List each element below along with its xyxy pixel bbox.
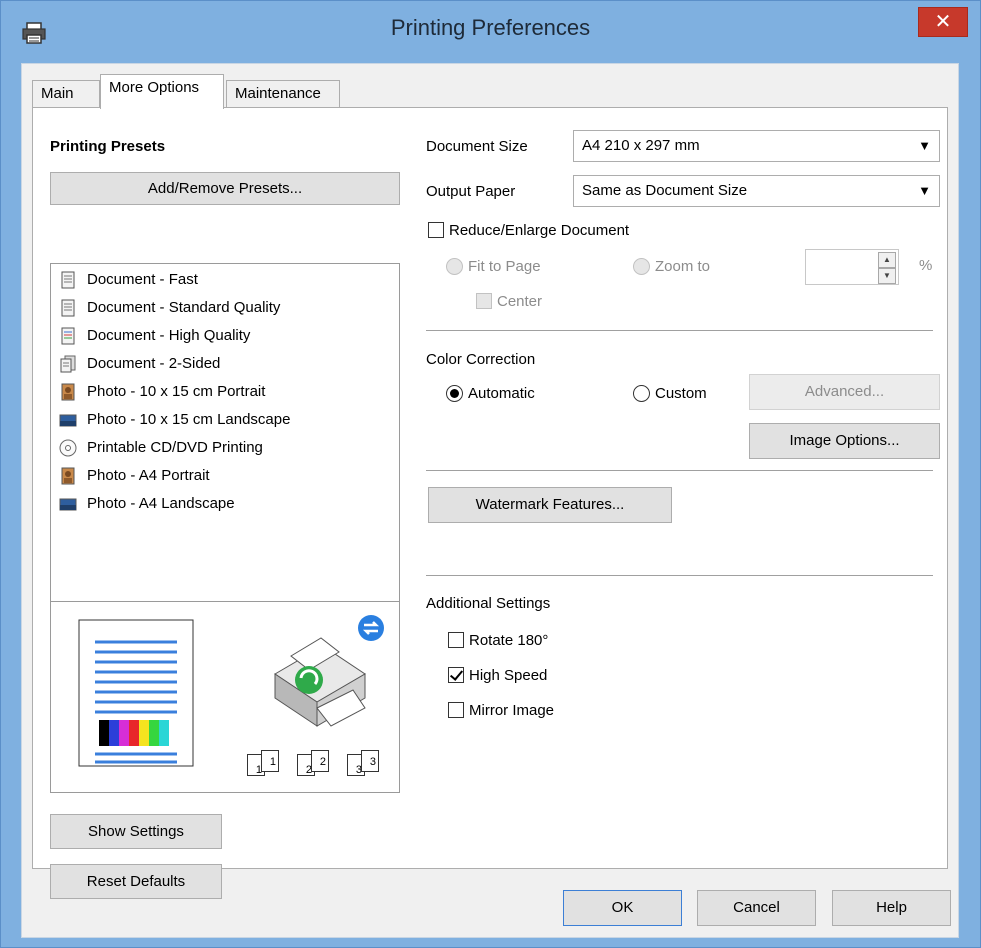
output-paper-label: Output Paper	[426, 183, 516, 200]
divider	[426, 330, 933, 331]
list-item[interactable]: Document - 2-Sided	[59, 350, 220, 378]
help-button[interactable]: Help	[832, 890, 951, 926]
document-size-value: A4 210 x 297 mm	[582, 137, 700, 154]
output-paper-select[interactable]: Same as Document Size ▼	[573, 175, 940, 207]
radio-circle	[446, 384, 463, 402]
chevron-down-icon: ▼	[918, 183, 931, 198]
photo-portrait-icon	[61, 467, 75, 485]
center-label: Center	[497, 292, 543, 310]
rotate-180-label: Rotate 180°	[469, 631, 549, 649]
rotate-180-checkbox[interactable]: Rotate 180°	[448, 631, 548, 649]
document-size-label: Document Size	[426, 138, 528, 155]
print-preview: 1 1 2 2 3 3	[51, 601, 399, 792]
zoom-to-radio[interactable]: Zoom to	[633, 257, 710, 275]
more-options-panel: Printing Presets Add/Remove Presets... D…	[32, 107, 948, 899]
list-item[interactable]: Document - Standard Quality	[59, 294, 280, 322]
document-2sided-icon	[60, 355, 76, 373]
divider	[426, 575, 933, 576]
printing-presets-heading: Printing Presets	[50, 138, 166, 155]
cancel-button[interactable]: Cancel	[697, 890, 816, 926]
preset-label: Photo - A4 Landscape	[87, 495, 235, 512]
chevron-down-icon: ▼	[918, 138, 931, 153]
image-options-button[interactable]: Image Options...	[749, 423, 940, 459]
checkbox-box	[448, 702, 464, 719]
tab-main[interactable]: Main	[32, 80, 100, 108]
switch-orientation-icon[interactable]	[357, 614, 385, 642]
document-icon	[61, 271, 75, 289]
spin-down-icon[interactable]: ▼	[878, 268, 896, 284]
checkbox-box	[448, 632, 464, 649]
custom-radio[interactable]: Custom	[633, 384, 707, 402]
close-icon: ✕	[934, 11, 952, 33]
center-checkbox[interactable]: Center	[476, 292, 542, 310]
custom-label: Custom	[655, 384, 707, 402]
preset-label: Document - 2-Sided	[87, 355, 221, 372]
radio-circle	[633, 257, 650, 275]
add-remove-presets-button[interactable]: Add/Remove Presets...	[50, 172, 400, 205]
preset-label: Photo - 10 x 15 cm Portrait	[87, 383, 266, 400]
document-color-icon	[61, 327, 75, 345]
dialog-button-bar: OK Cancel Help	[22, 876, 958, 938]
document-size-select[interactable]: A4 210 x 297 mm ▼	[573, 130, 940, 162]
list-item[interactable]: Photo - 10 x 15 cm Landscape	[59, 406, 290, 434]
printing-preferences-window: Printing Preferences ✕ Main More Options…	[0, 0, 981, 948]
fit-to-page-label: Fit to Page	[468, 257, 541, 275]
advanced-button[interactable]: Advanced...	[749, 374, 940, 410]
additional-settings-heading: Additional Settings	[426, 595, 551, 612]
preset-label: Photo - A4 Portrait	[87, 467, 210, 484]
photo-landscape-icon	[59, 498, 77, 511]
zoom-to-label: Zoom to	[655, 257, 711, 275]
title-bar[interactable]: Printing Preferences ✕	[1, 1, 980, 63]
checkbox-box	[448, 667, 464, 684]
list-item[interactable]: Photo - 10 x 15 cm Portrait	[59, 378, 265, 406]
preset-label: Printable CD/DVD Printing	[87, 439, 263, 456]
photo-portrait-icon	[61, 383, 75, 401]
reduce-enlarge-label: Reduce/Enlarge Document	[449, 221, 630, 239]
tab-maintenance[interactable]: Maintenance	[226, 80, 340, 108]
show-settings-button[interactable]: Show Settings	[50, 814, 222, 849]
document-icon	[61, 299, 75, 317]
output-paper-value: Same as Document Size	[582, 182, 748, 199]
copies-collate-icons: 1 1 2 2 3 3	[247, 750, 397, 780]
radio-circle	[633, 384, 650, 402]
ok-button[interactable]: OK	[563, 890, 682, 926]
list-item[interactable]: Document - Fast	[59, 266, 198, 294]
cd-icon	[59, 439, 77, 457]
window-title: Printing Preferences	[390, 15, 591, 40]
copy-page-icon: 1	[261, 750, 279, 772]
presets-list[interactable]: Document - Fast Document - Standard Qual…	[50, 263, 400, 793]
preset-label: Photo - 10 x 15 cm Landscape	[87, 411, 291, 428]
photo-landscape-icon	[59, 414, 77, 427]
checkbox-box	[476, 293, 492, 310]
automatic-label: Automatic	[468, 384, 535, 402]
list-item[interactable]: Photo - A4 Portrait	[59, 462, 210, 490]
close-button[interactable]: ✕	[918, 7, 968, 37]
preset-label: Document - Fast	[87, 271, 198, 288]
high-speed-label: High Speed	[469, 666, 548, 684]
percent-label: %	[919, 257, 933, 274]
preset-label: Document - Standard Quality	[87, 299, 281, 316]
radio-circle	[446, 257, 463, 275]
color-correction-heading: Color Correction	[426, 351, 536, 368]
list-item[interactable]: Photo - A4 Landscape	[59, 490, 235, 518]
divider	[426, 470, 933, 471]
tab-more-options[interactable]: More Options	[100, 74, 224, 109]
high-speed-checkbox[interactable]: High Speed	[448, 666, 547, 684]
copy-page-icon: 2	[311, 750, 329, 772]
automatic-radio[interactable]: Automatic	[446, 384, 535, 402]
copy-page-icon: 3	[361, 750, 379, 772]
mirror-image-label: Mirror Image	[469, 701, 555, 719]
list-item[interactable]: Printable CD/DVD Printing	[59, 434, 263, 462]
list-item[interactable]: Document - High Quality	[59, 322, 250, 350]
checkbox-box	[428, 222, 444, 239]
spin-up-icon[interactable]: ▲	[878, 252, 896, 268]
preset-label: Document - High Quality	[87, 327, 251, 344]
fit-to-page-radio[interactable]: Fit to Page	[446, 257, 541, 275]
mirror-image-checkbox[interactable]: Mirror Image	[448, 701, 554, 719]
dialog-client-area: Main More Options Maintenance Printing P…	[21, 63, 959, 938]
reduce-enlarge-checkbox[interactable]: Reduce/Enlarge Document	[428, 221, 629, 239]
watermark-features-button[interactable]: Watermark Features...	[428, 487, 672, 523]
zoom-percent-stepper[interactable]: ▲ ▼	[805, 249, 899, 285]
